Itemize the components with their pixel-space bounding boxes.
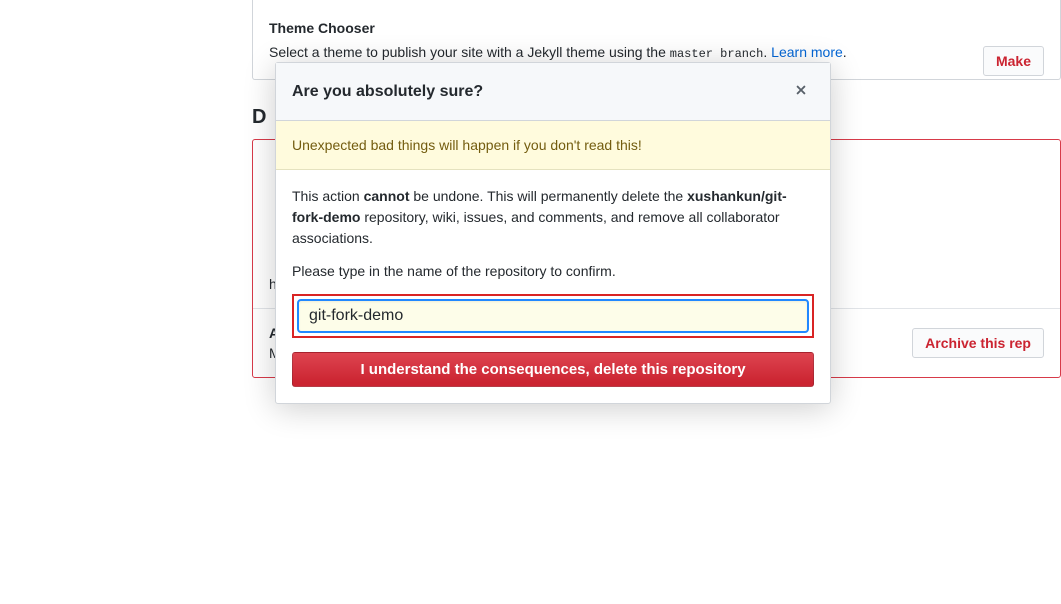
delete-repo-modal: Are you absolutely sure? Unexpected bad … [275,62,831,404]
close-button[interactable] [788,79,814,104]
modal-body: This action cannot be undone. This will … [276,170,830,403]
confirm-repo-input[interactable] [298,300,808,332]
modal-warning: Unexpected bad things will happen if you… [276,121,830,170]
confirm-delete-button[interactable]: I understand the consequences, delete th… [292,352,814,387]
modal-header: Are you absolutely sure? [276,63,830,121]
modal-backdrop: Are you absolutely sure? Unexpected bad … [0,0,1061,596]
close-icon [794,83,808,97]
input-highlight [292,294,814,338]
modal-paragraph-2: Please type in the name of the repositor… [292,261,814,282]
modal-paragraph-1: This action cannot be undone. This will … [292,186,814,249]
modal-title: Are you absolutely sure? [292,83,483,101]
